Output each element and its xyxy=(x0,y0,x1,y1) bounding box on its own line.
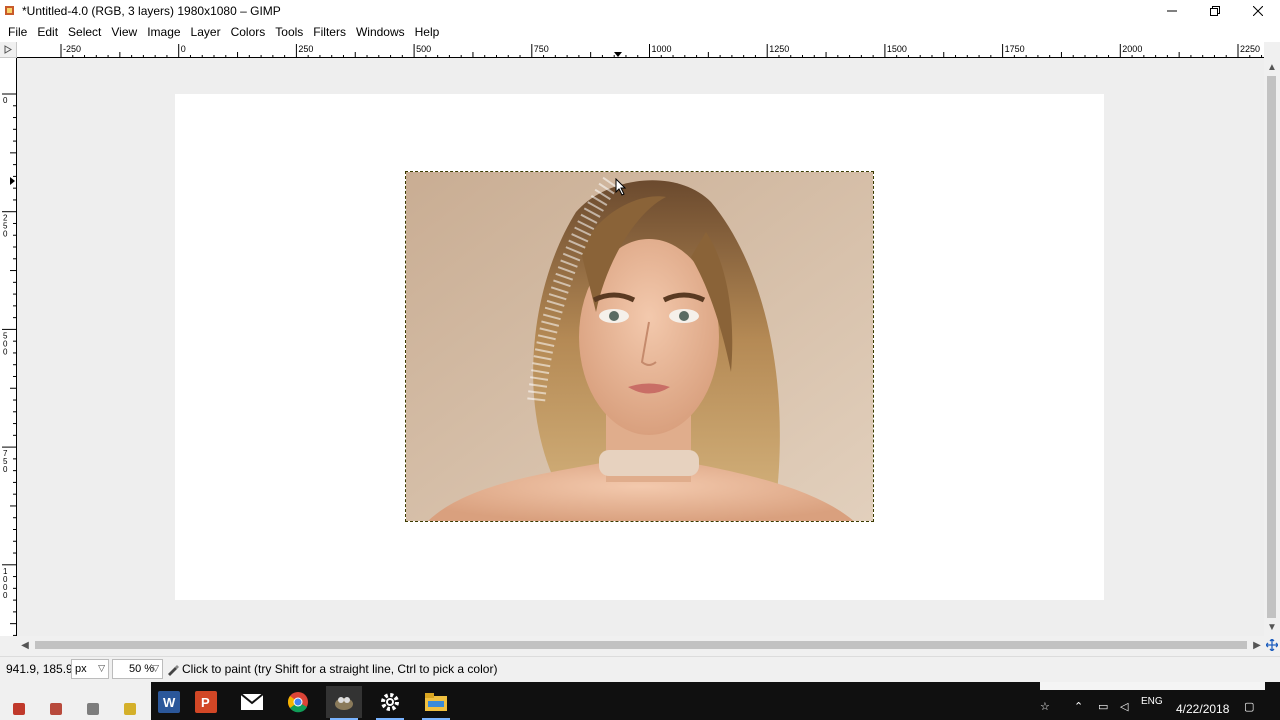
ruler-tick-label: 500 xyxy=(416,44,431,54)
minimize-icon xyxy=(1167,10,1177,12)
status-bar: 941.9, 185.9 px ▽ 50 % ▽ Click to paint … xyxy=(0,656,1280,682)
input-language[interactable]: ENG xyxy=(1141,696,1163,707)
chevron-down-icon: ▽ xyxy=(152,663,159,673)
ruler-corner-menu-button[interactable] xyxy=(0,42,17,58)
vertical-scrollbar[interactable]: ▲ ▼ xyxy=(1264,58,1280,636)
taskbar-word[interactable]: W xyxy=(151,686,187,718)
horizontal-scrollbar[interactable]: ◀ ▶ xyxy=(0,637,1264,653)
menu-arrow-icon xyxy=(4,45,12,54)
navigate-icon xyxy=(1266,639,1278,651)
chevron-down-icon: ▽ xyxy=(98,663,105,673)
unit-dropdown[interactable]: px ▽ xyxy=(71,659,109,679)
menu-image[interactable]: Image xyxy=(142,22,185,42)
ruler-tick-label: 1250 xyxy=(769,44,789,54)
word-icon: W xyxy=(158,691,180,713)
svg-text:W: W xyxy=(163,695,176,710)
windows-taskbar: W P ☆ ⌃ ▭ ◁ ENG 4/22/2018 ▢ xyxy=(0,682,1280,720)
menu-edit[interactable]: Edit xyxy=(32,22,63,42)
vertical-scroll-thumb[interactable] xyxy=(1267,76,1276,618)
taskbar-powerpoint[interactable]: P xyxy=(188,686,224,718)
gimp-app-icon xyxy=(5,6,14,15)
taskbar-settings[interactable] xyxy=(372,686,408,720)
ruler-tick-label: 0 xyxy=(3,465,8,474)
menu-select[interactable]: Select xyxy=(63,22,106,42)
paintbrush-icon xyxy=(168,664,179,676)
file-explorer-icon xyxy=(425,693,447,711)
ruler-pointer-marker xyxy=(614,52,622,57)
menu-file[interactable]: File xyxy=(3,22,32,42)
scroll-up-button[interactable]: ▲ xyxy=(1264,60,1280,74)
ruler-tick-label: 0 xyxy=(3,347,8,356)
menu-view[interactable]: View xyxy=(106,22,142,42)
ruler-tick-label: 0 xyxy=(3,96,8,105)
pinned-app-icon[interactable] xyxy=(87,703,99,715)
title-bar: *Untitled-4.0 (RGB, 3 layers) 1980x1080 … xyxy=(0,0,1280,22)
ruler-tick-label: 1750 xyxy=(1005,44,1025,54)
ruler-tick-label: 0 xyxy=(3,591,8,600)
tray-overflow-strip xyxy=(1040,682,1265,690)
ruler-tick-label: 750 xyxy=(534,44,549,54)
navigate-button[interactable] xyxy=(1264,637,1280,653)
restore-icon xyxy=(1210,6,1220,16)
ruler-tick-label: 250 xyxy=(298,44,313,54)
pinned-app-icon[interactable] xyxy=(124,703,136,715)
status-message: Click to paint (try Shift for a straight… xyxy=(166,662,497,676)
taskbar-file-explorer[interactable] xyxy=(418,686,454,720)
ruler-pointer-marker xyxy=(10,177,15,185)
ruler-tick-label: 2000 xyxy=(1122,44,1142,54)
ruler-tick-label: 0 xyxy=(3,230,8,239)
scroll-down-button[interactable]: ▼ xyxy=(1264,620,1280,634)
menu-colors[interactable]: Colors xyxy=(226,22,271,42)
pinned-app-icon[interactable] xyxy=(13,703,25,715)
chevron-up-icon[interactable]: ⌃ xyxy=(1074,700,1083,713)
mail-icon xyxy=(241,694,263,710)
taskbar-left-strip xyxy=(0,682,151,720)
pointer-coordinates: 941.9, 185.9 xyxy=(6,662,73,676)
horizontal-ruler[interactable]: -250 0 250 500 750 1000 1250 1500 1750 2000 2250 xyxy=(17,42,1264,58)
minimize-button[interactable] xyxy=(1150,0,1194,22)
ruler-right-corner xyxy=(1264,42,1280,58)
volume-icon[interactable]: ◁ xyxy=(1120,700,1128,713)
ruler-tick-label: -250 xyxy=(63,44,81,54)
pinned-app-icon[interactable] xyxy=(50,703,62,715)
scroll-right-button[interactable]: ▶ xyxy=(1250,637,1264,653)
restore-button[interactable] xyxy=(1193,0,1237,22)
paintbrush-cursor-icon xyxy=(615,178,627,196)
ruler-tick-label: 1000 xyxy=(652,44,672,54)
portrait-photo-icon xyxy=(406,172,873,521)
close-button[interactable] xyxy=(1236,0,1280,22)
menu-filters[interactable]: Filters xyxy=(308,22,351,42)
zoom-dropdown[interactable]: 50 % ▽ xyxy=(112,659,163,679)
clock-date[interactable]: 4/22/2018 xyxy=(1176,702,1229,716)
chrome-icon xyxy=(288,692,308,713)
vertical-ruler[interactable]: 02505007501000 xyxy=(0,58,17,636)
window-title: *Untitled-4.0 (RGB, 3 layers) 1980x1080 … xyxy=(22,4,281,18)
gimp-icon xyxy=(335,697,353,710)
menu-help[interactable]: Help xyxy=(410,22,445,42)
menu-bar: File Edit Select View Image Layer Colors… xyxy=(0,22,1280,42)
portrait-photo-layer[interactable] xyxy=(405,171,874,522)
image-canvas[interactable] xyxy=(17,58,1264,636)
scroll-left-button[interactable]: ◀ xyxy=(18,637,32,653)
close-icon xyxy=(1253,6,1263,16)
ruler-tick-label: 0 xyxy=(181,44,186,54)
svg-text:P: P xyxy=(201,695,210,710)
horizontal-scroll-thumb[interactable] xyxy=(35,641,1247,649)
action-center-icon[interactable]: ▢ xyxy=(1244,700,1254,713)
settings-icon xyxy=(381,693,399,711)
network-icon[interactable]: ▭ xyxy=(1098,700,1108,713)
taskbar-mail[interactable] xyxy=(234,686,270,718)
menu-tools[interactable]: Tools xyxy=(270,22,308,42)
taskbar-gimp[interactable] xyxy=(326,686,362,720)
taskbar-chrome[interactable] xyxy=(280,686,316,718)
powerpoint-icon: P xyxy=(195,691,217,713)
zoom-value: 50 % xyxy=(129,663,155,675)
ruler-tick-label: 2250 xyxy=(1240,44,1260,54)
ruler-tick-label: 1500 xyxy=(887,44,907,54)
unit-value: px xyxy=(75,663,87,675)
people-icon[interactable]: ☆ xyxy=(1040,700,1050,713)
menu-windows[interactable]: Windows xyxy=(351,22,410,42)
status-message-text: Click to paint (try Shift for a straight… xyxy=(182,662,498,676)
menu-layer[interactable]: Layer xyxy=(186,22,226,42)
